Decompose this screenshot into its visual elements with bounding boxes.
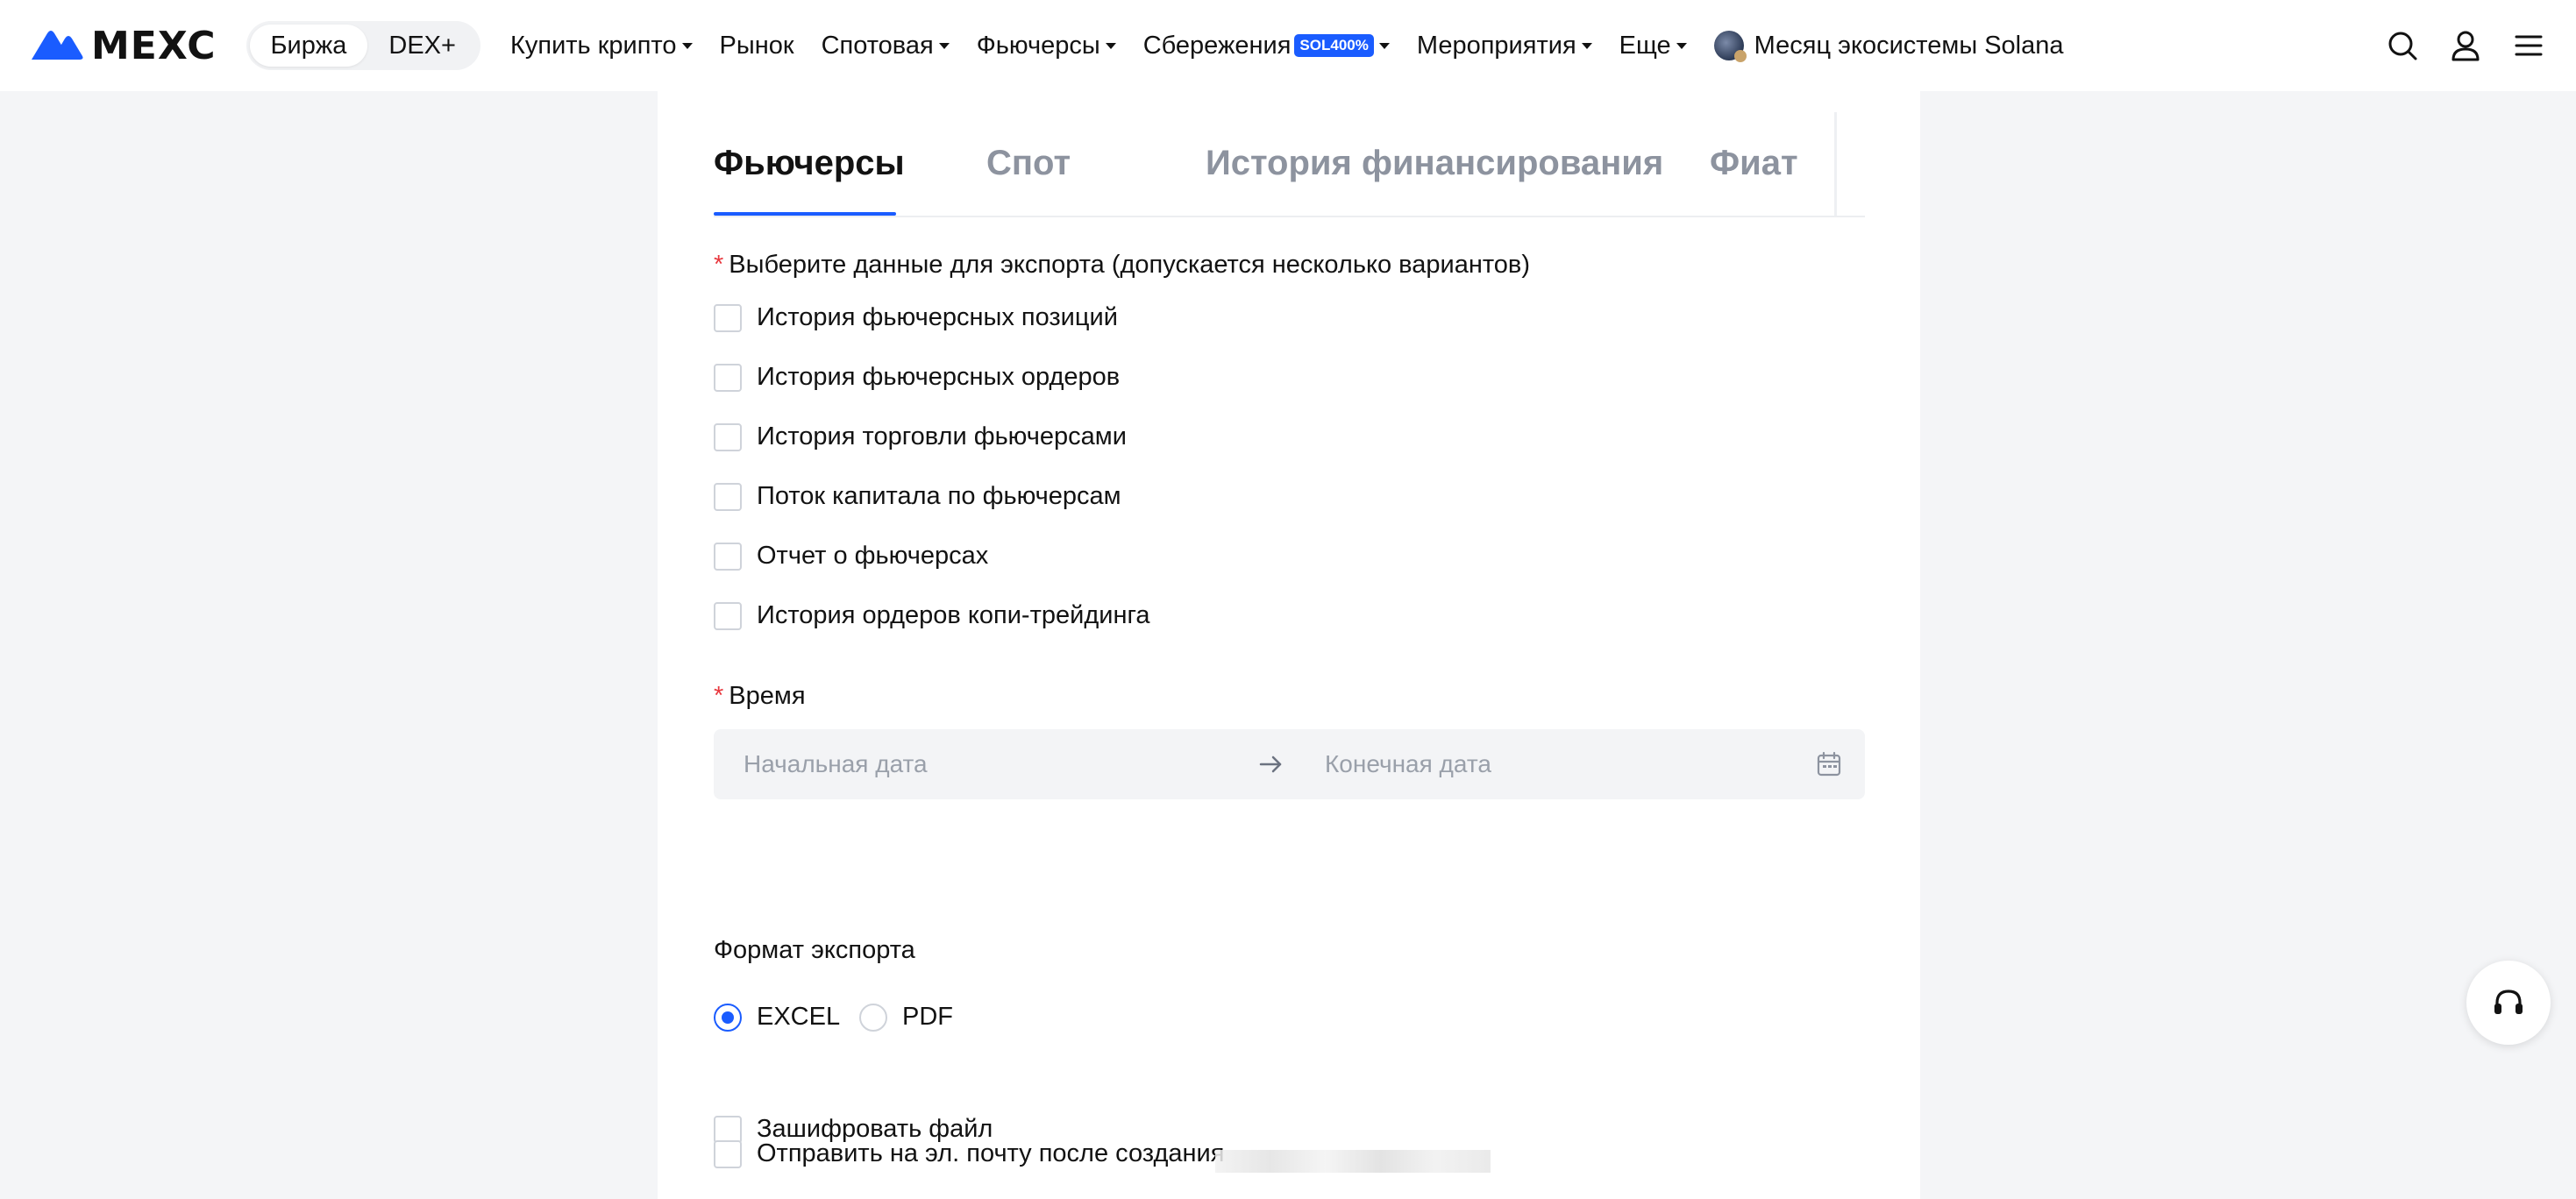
nav-events[interactable]: Мероприятия (1417, 32, 1592, 60)
nav-events-label: Мероприятия (1416, 31, 1576, 60)
nav-market[interactable]: Рынок (720, 32, 794, 60)
required-mark: * (714, 251, 724, 279)
option-label: Отчет о фьючерсах (757, 542, 989, 570)
nav-spot-label: Спотовая (821, 31, 934, 60)
caret-down-icon (1676, 42, 1687, 49)
mexc-logo-icon (32, 31, 83, 60)
option-label: История фьючерсных ордеров (757, 363, 1121, 391)
exchange-switcher: Биржа DEX+ (246, 21, 480, 70)
option-label: Поток капитала по фьючерсам (757, 482, 1121, 510)
nav-buy-crypto[interactable]: Купить крипто (510, 32, 693, 60)
user-icon[interactable] (2448, 28, 2483, 63)
send-email-option[interactable]: Отправить на эл. почту после создания (714, 1139, 1224, 1168)
top-navbar: MEXC Биржа DEX+ Купить крипто Рынок Спот… (0, 0, 2576, 91)
nav-spot[interactable]: Спотовая (822, 32, 950, 60)
solana-icon (1713, 31, 1747, 62)
date-range-picker[interactable]: Начальная дата Конечная дата (714, 729, 1865, 799)
option-label: История фьючерсных позиций (757, 303, 1118, 331)
checkbox[interactable] (714, 363, 742, 392)
menu-icon[interactable] (2511, 28, 2546, 63)
nav-savings-label: Сбережения (1142, 31, 1292, 60)
format-pdf-option[interactable]: PDF (859, 1003, 953, 1032)
option-futures-trades[interactable]: История торговли фьючерсами (714, 422, 1127, 451)
tab-futures[interactable]: Фьючерсы (714, 144, 905, 183)
tab-fiat[interactable]: Фиат (1710, 144, 1798, 183)
send-email-label: Отправить на эл. почту после создания (757, 1139, 1225, 1167)
format-excel-option[interactable]: EXCEL (714, 1003, 840, 1032)
nav-more[interactable]: Еще (1619, 32, 1687, 60)
option-futures-positions[interactable]: История фьючерсных позиций (714, 303, 1118, 332)
search-icon[interactable] (2385, 28, 2420, 63)
checkbox[interactable] (714, 601, 742, 630)
caret-down-icon (681, 42, 693, 49)
radio-button[interactable] (714, 1003, 742, 1032)
nav-savings[interactable]: Сбережения SOL400% (1143, 32, 1390, 60)
masked-email (1215, 1150, 1491, 1173)
time-label: * Время (714, 682, 806, 711)
start-date-input[interactable]: Начальная дата (744, 750, 928, 778)
nav-buy-crypto-label: Купить крипто (509, 31, 677, 60)
caret-down-icon (1378, 42, 1390, 49)
option-capital-flow[interactable]: Поток капитала по фьючерсам (714, 482, 1121, 511)
tab-spot[interactable]: Спот (986, 144, 1071, 183)
checkbox[interactable] (714, 1139, 742, 1168)
option-label: История ордеров копи-трейдинга (757, 601, 1150, 629)
tabs-more-button[interactable]: ··· (1834, 112, 1865, 216)
option-label: История торговли фьючерсами (757, 422, 1127, 451)
time-text: Время (729, 682, 806, 710)
nav-more-label: Еще (1619, 31, 1671, 60)
main-nav: Купить крипто Рынок Спотовая Фьючерсы Сб… (510, 31, 2091, 62)
select-data-label: * Выберите данные для экспорта (допускает… (714, 251, 1530, 280)
caret-down-icon (938, 42, 950, 49)
support-button[interactable] (2466, 961, 2551, 1045)
option-futures-report[interactable]: Отчет о фьючерсах (714, 542, 988, 571)
nav-market-label: Рынок (719, 31, 794, 60)
switch-dex[interactable]: DEX+ (367, 25, 477, 67)
calendar-icon[interactable] (1815, 750, 1843, 778)
end-date-input[interactable]: Конечная дата (1325, 750, 1491, 778)
radio-button[interactable] (859, 1003, 887, 1032)
solana-promo-label: Месяц экосистемы Solana (1754, 31, 2064, 60)
checkbox[interactable] (714, 422, 742, 451)
export-panel: Фьючерсы Спот История финансирования Фиа… (658, 91, 1920, 1199)
format-excel-label: EXCEL (757, 1003, 841, 1031)
format-pdf-label: PDF (902, 1003, 953, 1031)
header-actions (2357, 28, 2546, 63)
option-copy-trading-orders[interactable]: История ордеров копи-трейдинга (714, 601, 1150, 630)
caret-down-icon (1105, 42, 1116, 49)
select-data-text: Выберите данные для экспорта (допускаетс… (729, 251, 1530, 279)
nav-futures[interactable]: Фьючерсы (977, 32, 1116, 60)
mexc-logo[interactable]: MEXC (30, 0, 217, 91)
required-mark: * (714, 682, 724, 710)
checkbox[interactable] (714, 542, 742, 571)
savings-badge: SOL400% (1294, 34, 1374, 57)
checkbox[interactable] (714, 303, 742, 332)
caret-down-icon (1581, 42, 1592, 49)
option-futures-orders[interactable]: История фьючерсных ордеров (714, 363, 1120, 392)
checkbox[interactable] (714, 482, 742, 511)
logo-text: MEXC (91, 23, 217, 68)
active-tab-indicator (714, 212, 896, 216)
arrow-right-icon (1259, 756, 1282, 773)
tab-funding-history[interactable]: История финансирования (1206, 144, 1663, 183)
switch-exchange[interactable]: Биржа (249, 25, 368, 67)
export-tabs: Фьючерсы Спот История финансирования Фиа… (714, 91, 1865, 217)
nav-futures-label: Фьючерсы (976, 31, 1100, 60)
nav-solana-promo[interactable]: Месяц экосистемы Solana (1713, 31, 2064, 62)
headset-icon (2494, 990, 2523, 1014)
format-label: Формат экспорта (714, 936, 915, 964)
